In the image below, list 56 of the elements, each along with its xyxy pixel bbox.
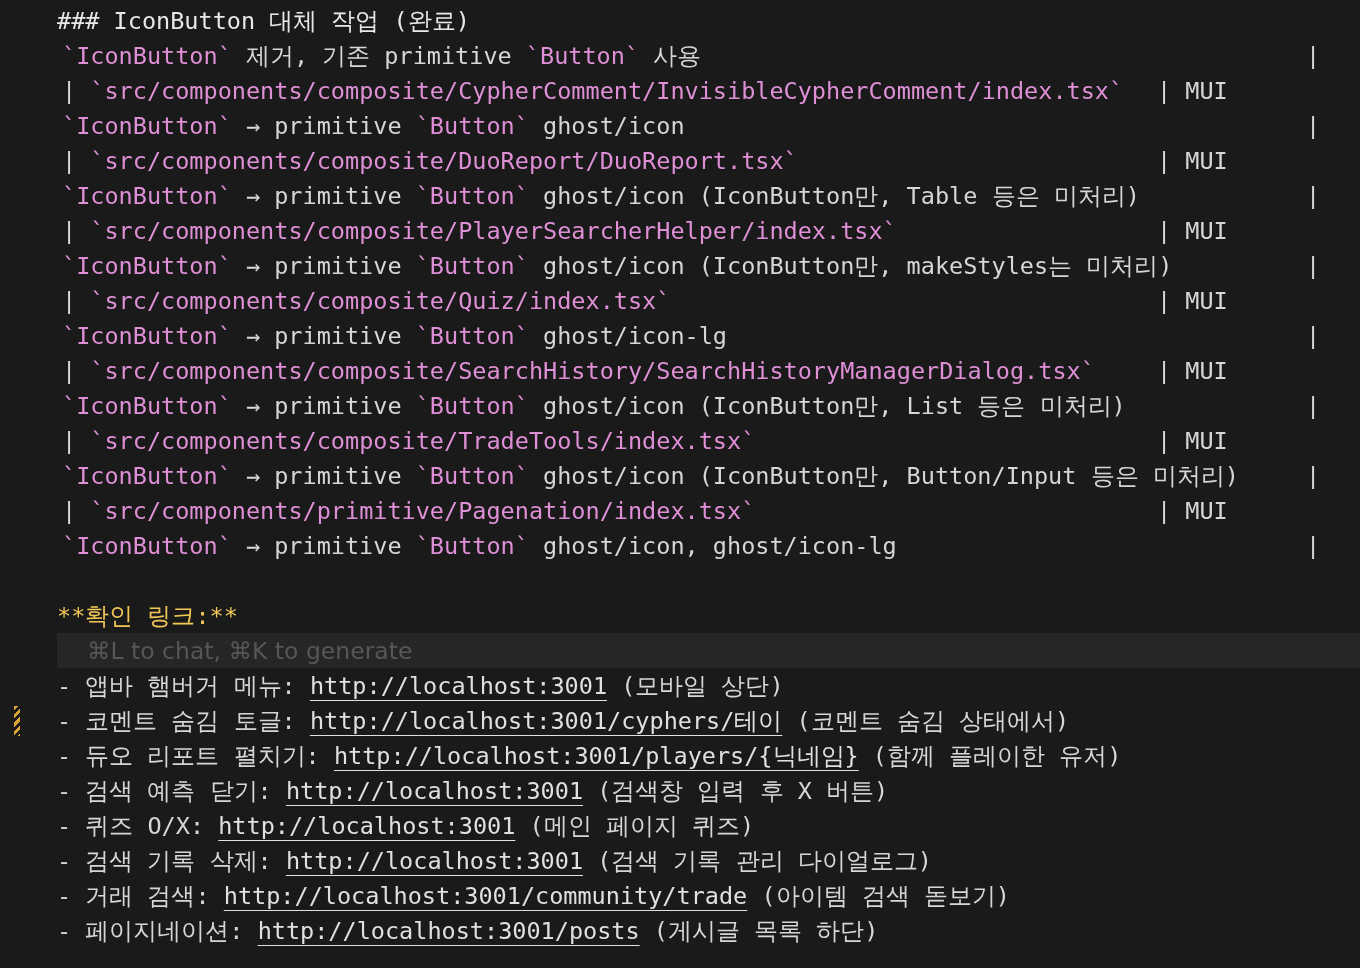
- url-link[interactable]: http://localhost:3001/players/{닉네임}: [333, 739, 859, 772]
- file-path-cell-text: | `src/components/composite/SearchHistory/SearchHistoryManagerDialog.tsx`: [62, 356, 1096, 385]
- url-note: (모바일 상단): [621, 670, 784, 702]
- description-cell-text: `IconButton` → primitive `Button` ghost/icon, ghost/icon-lg: [62, 531, 898, 560]
- description-cell-text: `IconButton` → primitive `Button` ghost/icon (IconButton만, List 등은 미처리): [62, 390, 1127, 422]
- file-path-cell-text: | `src/components/primitive/Pagenation/index.tsx`: [62, 496, 757, 525]
- url-note: (게시글 목록 하단): [653, 915, 879, 947]
- table-pipe: |: [1306, 531, 1322, 560]
- url-note: (검색 기록 관리 다이얼로그): [597, 845, 932, 877]
- file-path-cell-text: | `src/components/composite/Quiz/index.tsx`: [62, 286, 672, 315]
- list-label: - 앱바 햄버거 메뉴:: [57, 670, 296, 702]
- type-cell-text: | MUI: [1157, 216, 1229, 245]
- file-path-cell-text: | `src/components/composite/TradeTools/index.tsx`: [62, 426, 757, 455]
- table-pipe: |: [1306, 251, 1322, 280]
- url-note: (메인 페이지 퀴즈): [529, 810, 755, 842]
- list-label: - 페이지네이션:: [57, 915, 244, 947]
- file-path-cell-text: | `src/components/composite/PlayerSearcherHelper/index.tsx`: [62, 216, 898, 245]
- url-link[interactable]: http://localhost:3001: [309, 671, 608, 700]
- url-note: (검색창 입력 후 X 버튼): [597, 775, 889, 807]
- markdown-line: `IconButton` 제거, 기존 primitive `Button` 사용: [62, 40, 703, 72]
- type-cell-text: | MUI: [1157, 146, 1229, 175]
- url-note: (코멘트 숨김 상태에서): [796, 705, 1070, 737]
- type-cell-text: | MUI: [1157, 76, 1229, 105]
- list-label: - 거래 검색:: [57, 880, 210, 912]
- list-label: - 검색 기록 삭제:: [57, 845, 272, 877]
- url-link[interactable]: http://localhost:3001/cyphers/테이: [309, 704, 783, 737]
- type-cell-text: | MUI: [1157, 286, 1229, 315]
- description-cell-text: `IconButton` → primitive `Button` ghost/icon (IconButton만, Table 등은 미처리): [62, 180, 1141, 212]
- description-cell-text: `IconButton` → primitive `Button` ghost/icon-lg: [62, 321, 728, 350]
- url-link[interactable]: http://localhost:3001/community/trade: [223, 881, 748, 910]
- table-pipe: |: [1306, 111, 1322, 140]
- table-pipe: |: [1306, 41, 1322, 70]
- table-pipe: |: [1306, 391, 1322, 420]
- description-cell-text: `IconButton` → primitive `Button` ghost/icon (IconButton만, makeStyles는 미처리): [62, 250, 1174, 282]
- type-cell-text: | MUI: [1157, 496, 1229, 525]
- markdown-heading: ### IconButton 대체 작업 (완료): [57, 5, 470, 37]
- table-pipe: |: [1306, 321, 1322, 350]
- description-cell-text: `IconButton` → primitive `Button` ghost/icon: [62, 111, 686, 140]
- url-note: (함께 플레이한 유저): [872, 740, 1122, 772]
- url-link[interactable]: http://localhost:3001: [285, 846, 584, 875]
- url-note: (아이템 검색 돋보기): [761, 880, 1010, 912]
- list-label: - 퀴즈 O/X:: [57, 810, 205, 842]
- file-path-cell-text: | `src/components/composite/DuoReport/DuoReport.tsx`: [62, 146, 799, 175]
- type-cell-text: | MUI: [1157, 356, 1229, 385]
- table-pipe: |: [1306, 461, 1322, 490]
- type-cell-text: | MUI: [1157, 426, 1229, 455]
- file-path-cell-text: | `src/components/composite/CypherComment/InvisibleCypherComment/index.tsx`: [62, 76, 1125, 105]
- list-label: - 코멘트 숨김 토글:: [57, 705, 296, 737]
- description-cell-text: `IconButton` → primitive `Button` ghost/icon (IconButton만, Button/Input 등은 미처리): [62, 460, 1240, 492]
- bold-label: **확인 링크:**: [57, 600, 238, 632]
- url-link[interactable]: http://localhost:3001: [218, 811, 516, 840]
- url-link[interactable]: http://localhost:3001/posts: [257, 916, 640, 945]
- table-pipe: |: [1306, 181, 1322, 210]
- list-label: - 검색 예측 닫기:: [57, 775, 272, 807]
- url-link[interactable]: http://localhost:3001: [285, 776, 584, 805]
- list-label: - 듀오 리포트 펼치기:: [57, 740, 320, 772]
